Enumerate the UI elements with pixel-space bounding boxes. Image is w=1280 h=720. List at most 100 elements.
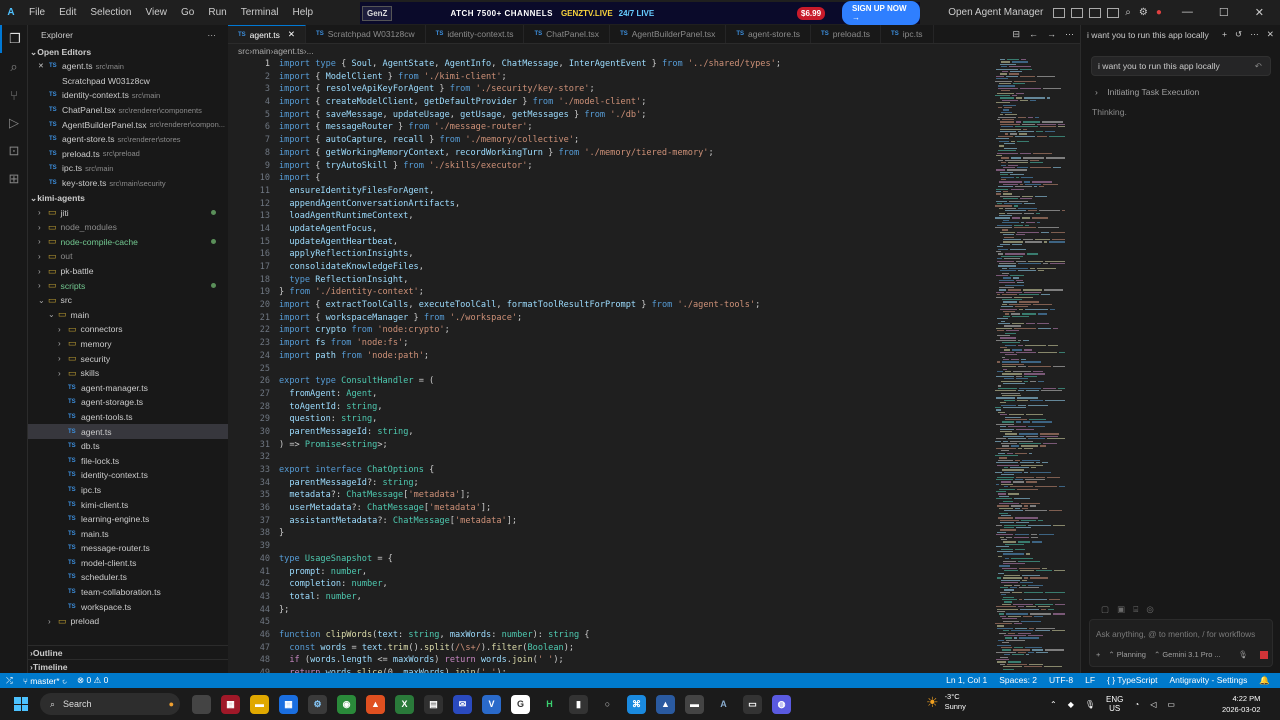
vscode-icon[interactable]: ⌘ bbox=[627, 694, 646, 714]
folder-item[interactable]: › ▭ jiti bbox=[28, 205, 228, 220]
go-forward-icon[interactable]: → bbox=[1047, 29, 1056, 39]
app-circle-icon[interactable]: ○ bbox=[598, 695, 617, 714]
file-item[interactable]: TS db.ts bbox=[28, 439, 228, 454]
terminal-app-icon[interactable]: ▮ bbox=[569, 694, 588, 714]
folder-item[interactable]: › ▭ skills bbox=[28, 366, 228, 381]
split-editor-icon[interactable]: ⊟ bbox=[1012, 29, 1020, 40]
battery-icon[interactable]: ▭ bbox=[1167, 700, 1175, 709]
layout-panel-icon[interactable] bbox=[1071, 7, 1084, 18]
tab-chatpanel-tsx[interactable]: TS ChatPanel.tsx bbox=[524, 25, 611, 43]
antigravity-icon[interactable]: A bbox=[714, 695, 733, 714]
problems-status[interactable]: ⊗ 0 ⚠ 0 bbox=[77, 675, 108, 686]
branch-status[interactable]: ⑂ master* ↻ bbox=[23, 676, 67, 686]
add-chat-icon[interactable]: + bbox=[1222, 29, 1227, 40]
chat-input-box[interactable]: Ask anything, @ to mention, / for workfl… bbox=[1089, 619, 1273, 667]
model-selector[interactable]: ⌃ Gemini 3.1 Pro ... bbox=[1154, 650, 1221, 659]
menu-item-run[interactable]: Run bbox=[201, 7, 233, 18]
folder-item[interactable]: ⌄ ▭ main bbox=[28, 308, 228, 323]
search-view-icon[interactable]: ⌕ bbox=[0, 53, 28, 81]
tray-chevron-icon[interactable]: ⌃ bbox=[1050, 700, 1057, 709]
tray-app-icon[interactable]: ◆ bbox=[1068, 700, 1074, 709]
mic-tray-icon[interactable]: 🎙 bbox=[1085, 700, 1095, 709]
file-item[interactable]: TS main.ts bbox=[28, 526, 228, 541]
folder-item[interactable]: ⌄ ▭ src bbox=[28, 293, 228, 308]
file-item[interactable]: TS model-client.ts bbox=[28, 556, 228, 571]
search-icon[interactable]: ⌕ bbox=[1125, 7, 1131, 18]
menu-item-help[interactable]: Help bbox=[286, 7, 321, 18]
maximize-icon[interactable]: ☐ bbox=[1219, 6, 1229, 19]
settings-app-icon[interactable]: ⚙ bbox=[308, 694, 327, 714]
timeline-section[interactable]: › Timeline bbox=[28, 659, 228, 673]
open-editor-item[interactable]: TS ipc.ts src\main bbox=[28, 161, 228, 176]
menu-item-terminal[interactable]: Terminal bbox=[234, 7, 286, 18]
layout-sidebar-icon[interactable] bbox=[1053, 7, 1066, 18]
open-editor-item[interactable]: TS AgentBuilderPanel.tsx src\renderer\comp… bbox=[28, 117, 228, 132]
file-item[interactable]: TS agent-storage.ts bbox=[28, 395, 228, 410]
excel-icon[interactable]: X bbox=[395, 694, 414, 714]
tab-agent-ts[interactable]: TS agent.ts ✕ bbox=[228, 25, 307, 43]
stop-icon[interactable] bbox=[1260, 650, 1268, 659]
notifications-icon[interactable]: 🔔 bbox=[1259, 675, 1270, 686]
file-item[interactable]: TS agent.ts bbox=[28, 424, 228, 439]
folder-item[interactable]: › ▭ security bbox=[28, 351, 228, 366]
cursor-position[interactable]: Ln 1, Col 1 bbox=[946, 675, 987, 686]
image-icon[interactable]: ▣ bbox=[1117, 604, 1125, 615]
remote-icon[interactable]: ⊡ bbox=[0, 137, 28, 165]
brave-icon[interactable]: ▲ bbox=[366, 694, 385, 714]
chart-app-icon[interactable]: ▲ bbox=[656, 694, 675, 714]
open-editor-item[interactable]: TS identity-context.ts src\main bbox=[28, 88, 228, 103]
terminal-icon[interactable]: ⌸ bbox=[1133, 604, 1138, 615]
menu-item-go[interactable]: Go bbox=[174, 7, 201, 18]
windows-start-icon[interactable] bbox=[14, 697, 28, 711]
file-item[interactable]: TS learning-engine.ts bbox=[28, 512, 228, 527]
chrome-icon[interactable]: ◉ bbox=[337, 694, 356, 714]
app-h-icon[interactable]: H bbox=[540, 695, 559, 714]
outline-section[interactable]: › Outline bbox=[28, 645, 228, 659]
mode-selector[interactable]: ⌃ Planning bbox=[1108, 650, 1146, 659]
chat-input-placeholder[interactable]: Ask anything, @ to mention, / for workfl… bbox=[1096, 629, 1255, 639]
menu-item-selection[interactable]: Selection bbox=[83, 7, 138, 18]
discord-icon[interactable]: ◍ bbox=[772, 694, 791, 714]
indentation[interactable]: Spaces: 2 bbox=[999, 675, 1037, 686]
breadcrumb-item[interactable]: main bbox=[252, 46, 270, 56]
open-editor-item[interactable]: Scratchpad W031z8cw bbox=[28, 74, 228, 89]
history-icon[interactable]: ↺ bbox=[1235, 29, 1242, 40]
web-icon[interactable]: ◎ bbox=[1146, 604, 1154, 615]
clock[interactable]: 4:22 PM 2026-03-02 bbox=[1222, 693, 1260, 715]
file-item[interactable]: TS identity-context.ts bbox=[28, 468, 228, 483]
ad-cta-button[interactable]: SIGN UP NOW → bbox=[842, 1, 920, 25]
menu-item-view[interactable]: View bbox=[139, 7, 175, 18]
more-tab-actions-icon[interactable]: ⋯ bbox=[1065, 29, 1074, 40]
app-doc-icon[interactable]: ▤ bbox=[424, 694, 443, 714]
taskbar-search[interactable]: ⌕ Search ● bbox=[40, 693, 180, 715]
language-indicator[interactable]: ENG US bbox=[1106, 695, 1123, 713]
folder-item[interactable]: › ▭ preload bbox=[28, 614, 228, 629]
volume-icon[interactable]: ◁ bbox=[1150, 700, 1156, 709]
minimize-icon[interactable]: — bbox=[1182, 6, 1193, 19]
app-v-icon[interactable]: V bbox=[482, 694, 501, 714]
folder-item[interactable]: › ▭ pk-battle bbox=[28, 264, 228, 279]
close-tab-icon[interactable]: ✕ bbox=[288, 29, 295, 40]
breadcrumb-item[interactable]: agent.ts bbox=[273, 46, 303, 56]
folder-item[interactable]: › ▭ scripts bbox=[28, 278, 228, 293]
more-actions-icon[interactable]: ··· bbox=[207, 30, 216, 40]
breadcrumb-item[interactable]: src bbox=[238, 46, 249, 56]
close-panel-icon[interactable]: ✕ bbox=[1267, 29, 1274, 40]
folder-item[interactable]: › ▭ memory bbox=[28, 337, 228, 352]
layout-custom-icon[interactable] bbox=[1107, 7, 1120, 18]
remote-status-icon[interactable]: ⤮ bbox=[6, 675, 13, 686]
folder-item[interactable]: › ▭ node_modules bbox=[28, 220, 228, 235]
app-dark-icon[interactable]: ▬ bbox=[685, 694, 704, 714]
file-item[interactable]: TS agent-tools.ts bbox=[28, 410, 228, 425]
menu-item-edit[interactable]: Edit bbox=[52, 7, 83, 18]
add-context-icon[interactable]: + bbox=[1096, 650, 1100, 659]
file-item[interactable]: TS file-lock.ts bbox=[28, 453, 228, 468]
file-item[interactable]: TS ipc.ts bbox=[28, 483, 228, 498]
extensions-icon[interactable]: ⊞ bbox=[0, 165, 28, 193]
file-item[interactable]: TS kimi-client.ts bbox=[28, 497, 228, 512]
open-editor-item[interactable]: TS preload.ts src\preload bbox=[28, 147, 228, 162]
explorer-icon[interactable]: ❐ bbox=[0, 25, 28, 53]
code-editor[interactable]: 1 2 3 4 5 6 7 8 9 10 11 12 13 14 15 16 17 18 19 20 21 22 23 24 2… bbox=[228, 57, 1080, 673]
task-view-icon[interactable] bbox=[192, 694, 211, 714]
file-icon[interactable]: ▢ bbox=[1101, 604, 1109, 615]
